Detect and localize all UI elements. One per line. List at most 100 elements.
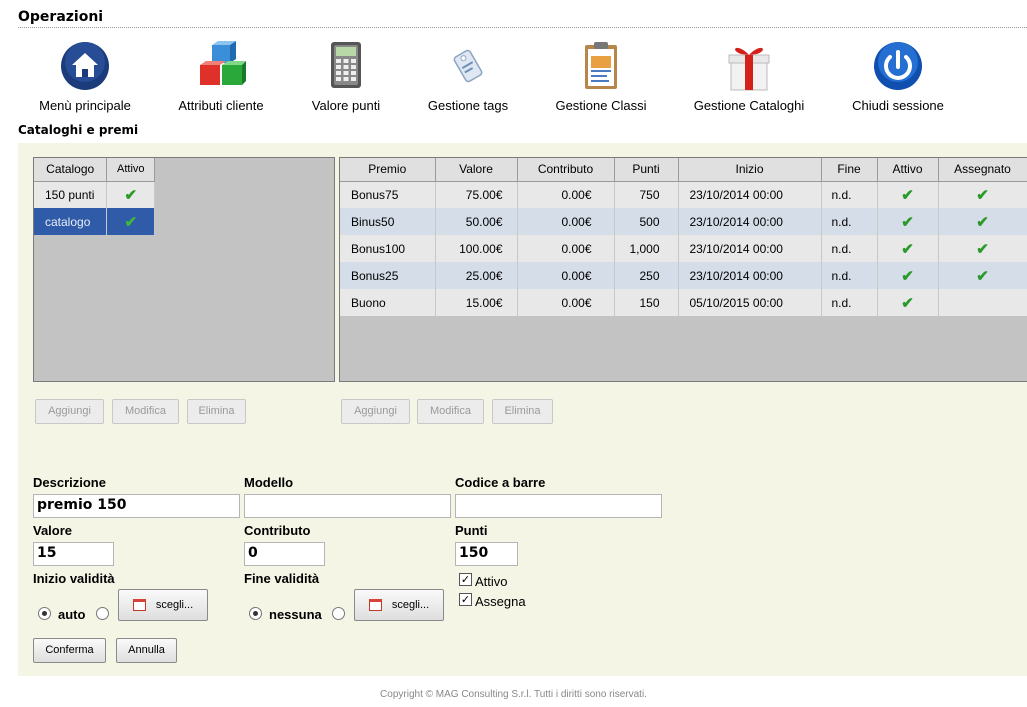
- catalog-edit-button[interactable]: Modifica: [112, 399, 179, 424]
- catalog-col-active[interactable]: Attivo: [106, 158, 156, 182]
- nav-points-value[interactable]: Valore punti: [281, 40, 411, 113]
- prize-points: 500: [614, 208, 679, 235]
- prize-row[interactable]: Binus50 50.00€ 0.00€ 500 23/10/2014 00:0…: [340, 208, 1027, 235]
- prize-points: 1,000: [614, 235, 679, 262]
- check-icon: ✔: [877, 208, 939, 235]
- nav-logout-label: Chiudi sessione: [852, 98, 944, 113]
- active-checkbox-label: Attivo: [475, 574, 508, 589]
- prize-row[interactable]: Bonus25 25.00€ 0.00€ 250 23/10/2014 00:0…: [340, 262, 1027, 289]
- operations-title: Operazioni: [18, 9, 104, 25]
- nav-main-menu[interactable]: Menù principale: [20, 40, 150, 113]
- prize-col-contributo[interactable]: Contributo: [517, 158, 615, 182]
- prize-value: 15.00€: [435, 289, 518, 316]
- prize-points: 750: [614, 181, 679, 208]
- prize-col-inizio[interactable]: Inizio: [678, 158, 822, 182]
- catalog-add-button[interactable]: Aggiungi: [35, 399, 104, 424]
- end-none-radio[interactable]: [249, 607, 262, 620]
- prize-col-fine[interactable]: Fine: [821, 158, 878, 182]
- prize-row[interactable]: Bonus75 75.00€ 0.00€ 750 23/10/2014 00:0…: [340, 181, 1027, 208]
- catalog-delete-button[interactable]: Elimina: [187, 399, 246, 424]
- check-icon: ✔: [938, 262, 1027, 289]
- prize-end: n.d.: [821, 289, 878, 316]
- contribution-label: Contributo: [244, 523, 311, 538]
- prize-col-valore[interactable]: Valore: [435, 158, 518, 182]
- start-choose-button[interactable]: scegli...: [118, 589, 208, 621]
- prize-start: 23/10/2014 00:00: [678, 235, 822, 262]
- gift-icon: [728, 47, 770, 91]
- prize-end: n.d.: [821, 181, 878, 208]
- prize-end: n.d.: [821, 262, 878, 289]
- home-icon: [61, 42, 109, 90]
- power-icon: [874, 42, 922, 90]
- model-label: Modello: [244, 475, 294, 490]
- nav-catalogs[interactable]: Gestione Cataloghi: [684, 40, 814, 113]
- prize-value: 50.00€: [435, 208, 518, 235]
- end-none-label: nessuna: [269, 607, 322, 622]
- row-filler: [154, 208, 334, 235]
- prize-value: 75.00€: [435, 181, 518, 208]
- prize-row[interactable]: Bonus100 100.00€ 0.00€ 1,000 23/10/2014 …: [340, 235, 1027, 262]
- prize-name: Binus50: [340, 208, 436, 235]
- prize-contribution: 0.00€: [517, 235, 615, 262]
- model-field[interactable]: [244, 494, 451, 518]
- row-filler: [154, 181, 334, 208]
- active-checkbox[interactable]: ✓: [459, 573, 472, 586]
- prize-start: 23/10/2014 00:00: [678, 181, 822, 208]
- nav-catalogs-label: Gestione Cataloghi: [693, 98, 805, 113]
- prize-points: 150: [614, 289, 679, 316]
- check-icon: ✔: [938, 181, 1027, 208]
- prize-delete-button[interactable]: Elimina: [492, 399, 553, 424]
- calendar-icon: [368, 599, 382, 612]
- calendar-icon: [132, 599, 146, 612]
- check-icon: ✔: [877, 262, 939, 289]
- nav-customer-attributes[interactable]: Attributi cliente: [156, 40, 286, 113]
- prize-col-assegnato[interactable]: Assegnato: [938, 158, 1027, 182]
- barcode-field[interactable]: [455, 494, 662, 518]
- start-auto-radio[interactable]: [38, 607, 51, 620]
- validity-start-label: Inizio validità: [33, 571, 115, 586]
- prize-contribution: 0.00€: [517, 181, 615, 208]
- prize-value: 25.00€: [435, 262, 518, 289]
- points-label: Punti: [455, 523, 488, 538]
- prize-col-punti[interactable]: Punti: [614, 158, 679, 182]
- prize-edit-button[interactable]: Modifica: [417, 399, 484, 424]
- catalog-row-selected[interactable]: catalogo ✔: [34, 208, 334, 235]
- catalog-row[interactable]: 150 punti ✔: [34, 181, 334, 208]
- value-field[interactable]: 15: [33, 542, 114, 566]
- points-field[interactable]: 150: [455, 542, 518, 566]
- assign-checkbox[interactable]: ✓: [459, 593, 472, 606]
- start-choose-label: scegli...: [155, 599, 194, 611]
- prize-contribution: 0.00€: [517, 208, 615, 235]
- check-icon: ✔: [106, 181, 156, 208]
- catalog-name: catalogo: [34, 208, 108, 235]
- check-icon: ✔: [938, 235, 1027, 262]
- end-choose-radio[interactable]: [332, 607, 345, 620]
- confirm-button[interactable]: Conferma: [33, 638, 106, 663]
- nav-tags[interactable]: Gestione tags: [403, 40, 533, 113]
- prize-name: Buono: [340, 289, 436, 316]
- check-icon: ✔: [877, 181, 939, 208]
- cancel-button[interactable]: Annulla: [116, 638, 177, 663]
- nav-customer-attributes-label: Attributi cliente: [178, 98, 264, 113]
- prize-col-premio[interactable]: Premio: [340, 158, 436, 182]
- validity-end-label: Fine validità: [244, 571, 320, 586]
- prize-value: 100.00€: [435, 235, 518, 262]
- catalogs-section-title: Cataloghi e premi: [18, 123, 139, 137]
- check-icon: ✔: [938, 208, 1027, 235]
- nav-classes[interactable]: Gestione Classi: [536, 40, 666, 113]
- description-field[interactable]: premio 150: [33, 494, 240, 518]
- start-choose-radio[interactable]: [96, 607, 109, 620]
- prize-col-attivo[interactable]: Attivo: [877, 158, 939, 182]
- prize-row[interactable]: Buono 15.00€ 0.00€ 150 05/10/2015 00:00 …: [340, 289, 1027, 316]
- cubes-icon: [200, 41, 246, 85]
- end-choose-button[interactable]: scegli...: [354, 589, 444, 621]
- prize-end: n.d.: [821, 235, 878, 262]
- prize-start: 23/10/2014 00:00: [678, 262, 822, 289]
- nav-classes-label: Gestione Classi: [555, 98, 647, 113]
- prize-add-button[interactable]: Aggiungi: [341, 399, 410, 424]
- catalog-col-name[interactable]: Catalogo: [34, 158, 108, 182]
- nav-logout[interactable]: Chiudi sessione: [833, 40, 963, 113]
- prize-start: 23/10/2014 00:00: [678, 208, 822, 235]
- catalog-table: Catalogo Attivo 150 punti ✔ catalogo ✔: [34, 158, 334, 235]
- contribution-field[interactable]: 0: [244, 542, 325, 566]
